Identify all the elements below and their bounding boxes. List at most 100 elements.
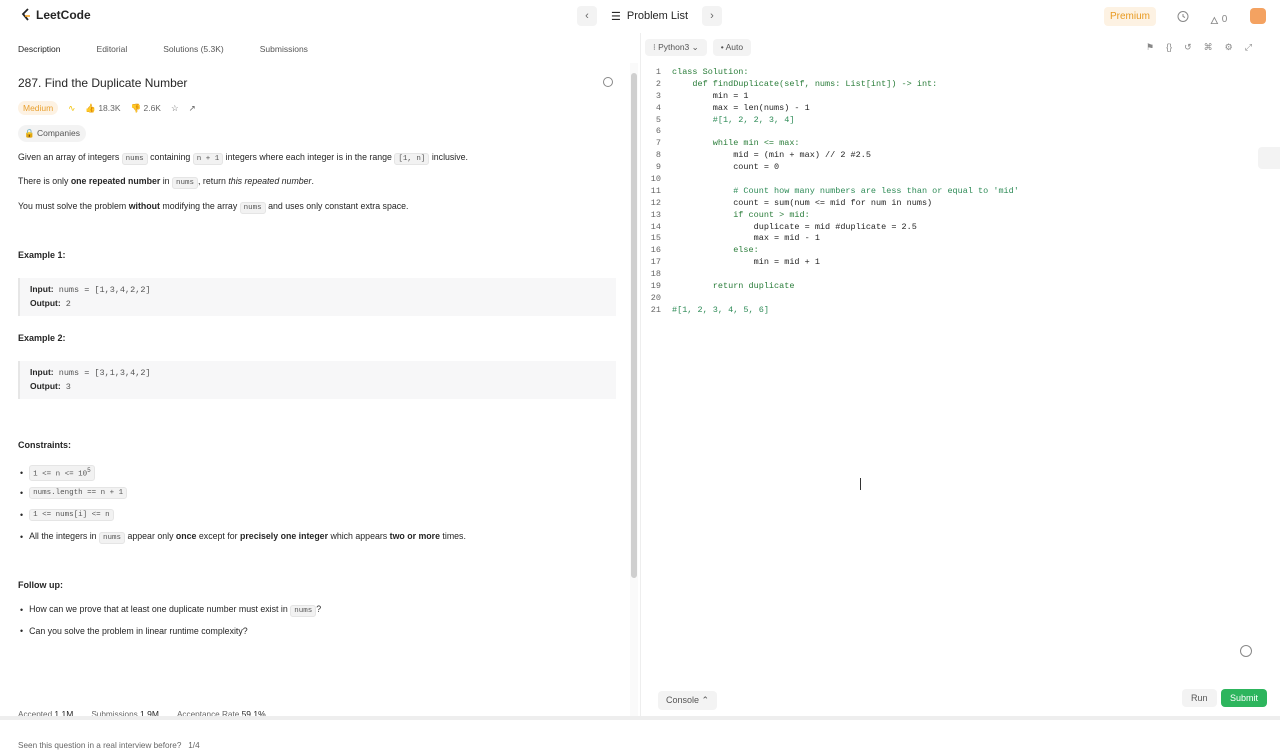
code-line[interactable]: 1 class Solution: (641, 67, 1019, 79)
followup-title: Follow up: (18, 580, 63, 590)
code-editor[interactable]: 1 class Solution: 2 def findDuplicate(self… (641, 67, 1019, 317)
code-text: #[1, 2, 3, 4, 5, 6] (672, 304, 769, 315)
code-line[interactable]: 13 if count > mid: (641, 210, 1019, 222)
fire-icon: 🜂 (1210, 16, 1219, 27)
info-icon[interactable] (603, 77, 613, 87)
description-paragraph-3: You must solve the problem without modif… (18, 201, 409, 214)
code-text: class Solution: (672, 67, 749, 77)
like-button[interactable]: 👍 18.3K (85, 103, 120, 114)
code-line[interactable]: 11 # Count how many numbers are less tha… (641, 186, 1019, 198)
code-line[interactable]: 4 max = len(nums) - 1 (641, 103, 1019, 115)
problem-list-button[interactable]: ☰ Problem List (603, 6, 696, 26)
line-number: 7 (655, 138, 661, 149)
seen-in-interview[interactable]: Seen this question in a real interview b… (18, 741, 200, 750)
scrollbar-thumb[interactable] (631, 73, 637, 578)
tab-submissions[interactable]: Submissions (242, 39, 326, 61)
auto-mode-toggle[interactable]: • Auto (712, 39, 752, 56)
code-text: #[1, 2, 2, 3, 4] (672, 114, 795, 125)
document-icon[interactable] (1258, 147, 1280, 169)
difficulty-badge: Medium (18, 101, 59, 115)
code-text: mid = (min + max) // 2 #2.5 (672, 150, 871, 161)
code-line[interactable]: 19 return duplicate (641, 281, 1019, 293)
description-tabs: Description Editorial Solutions (5.3K) S… (0, 39, 326, 61)
line-number: 13 (650, 209, 661, 220)
code-line[interactable]: 14 duplicate = mid #duplicate = 2.5 (641, 222, 1019, 234)
line-number: 15 (650, 233, 661, 244)
language-select[interactable]: ⁝ Python3 ⌄ (645, 39, 707, 56)
gear-icon[interactable]: ⚙ (1225, 42, 1233, 53)
bookmark-icon[interactable]: ⚑ (1146, 42, 1154, 53)
avatar[interactable] (1250, 8, 1266, 24)
submit-button[interactable]: Submit (1221, 689, 1268, 707)
code-line[interactable]: 21 #[1, 2, 3, 4, 5, 6] (641, 305, 1019, 317)
line-number: 2 (655, 78, 661, 89)
run-button[interactable]: Run (1182, 689, 1217, 707)
braces-icon[interactable]: {} (1166, 42, 1172, 53)
code-text: count = 0 (672, 162, 780, 173)
description-paragraph-2: There is only one repeated number in num… (18, 176, 314, 189)
dislike-count: 2.6K (143, 102, 161, 113)
code-line[interactable]: 9 count = 0 (641, 162, 1019, 174)
companies-tag[interactable]: 🔒 Companies (18, 125, 86, 142)
tab-editorial[interactable]: Editorial (79, 39, 146, 61)
example-2-box: Input: nums = [3,1,3,4,2] Output: 3 (18, 361, 616, 399)
constraint-item: 1 <= n <= 105 (20, 465, 95, 481)
line-number: 12 (650, 197, 661, 208)
code-line[interactable]: 8 mid = (min + max) // 2 #2.5 (641, 150, 1019, 162)
code-text: def findDuplicate(self, nums: List[int])… (672, 78, 938, 89)
code-line[interactable]: 17 min = mid + 1 (641, 257, 1019, 269)
shortcut-icon[interactable]: ⌘ (1204, 42, 1213, 53)
code-text: if count > mid: (672, 209, 810, 220)
code-text: min = 1 (672, 90, 749, 101)
line-number: 17 (650, 257, 661, 268)
chat-icon[interactable] (1240, 645, 1252, 657)
line-number: 6 (655, 126, 661, 137)
leetcode-logo[interactable]: LeetCode (20, 8, 91, 22)
app-name: LeetCode (36, 8, 91, 22)
code-line[interactable]: 6 (641, 126, 1019, 138)
line-number: 9 (655, 162, 661, 173)
example-1-box: Input: nums = [1,3,4,2,2] Output: 2 (18, 278, 616, 316)
reset-icon[interactable]: ↺ (1184, 42, 1192, 53)
code-line[interactable]: 10 (641, 174, 1019, 186)
alarm-clock-icon[interactable] (1176, 9, 1190, 23)
code-line[interactable]: 2 def findDuplicate(self, nums: List[int… (641, 79, 1019, 91)
premium-button[interactable]: Premium (1104, 7, 1157, 26)
example-1-title: Example 1: (18, 250, 66, 260)
companies-label: Companies (36, 128, 80, 138)
code-line[interactable]: 16 else: (641, 245, 1019, 257)
code-line[interactable]: 18 (641, 269, 1019, 281)
code-line[interactable]: 15 max = mid - 1 (641, 233, 1019, 245)
problem-title[interactable]: 287. Find the Duplicate Number (18, 76, 187, 90)
trend-icon: ∿ (68, 102, 76, 113)
leetcode-icon (21, 8, 30, 21)
star-icon[interactable]: ☆ (171, 103, 179, 114)
followup-item: Can you solve the problem in linear runt… (20, 626, 248, 636)
line-number: 16 (650, 245, 661, 256)
fullscreen-icon[interactable]: ⤢ (1245, 42, 1252, 53)
line-number: 4 (655, 102, 661, 113)
editor-panel: ⁝ Python3 ⌄ • Auto ⚑ {} ↺ ⌘ ⚙ ⤢ 1 class S… (641, 33, 1280, 720)
constraint-item: 1 <= nums[i] <= n (20, 509, 114, 521)
constraint-item: All the integers in nums appear only onc… (20, 531, 466, 544)
line-number: 1 (655, 67, 661, 77)
code-line[interactable]: 12 count = sum(num <= mid for num in num… (641, 198, 1019, 210)
code-text: duplicate = mid #duplicate = 2.5 (672, 221, 917, 232)
tab-description[interactable]: Description (0, 39, 79, 61)
code-line[interactable]: 5 #[1, 2, 2, 3, 4] (641, 115, 1019, 127)
code-line[interactable]: 7 while min <= max: (641, 138, 1019, 150)
description-paragraph-1: Given an array of integers nums containi… (18, 152, 468, 165)
prev-problem-button[interactable]: ‹ (577, 6, 597, 26)
console-button[interactable]: Console ⌃ (658, 691, 718, 710)
next-problem-button[interactable]: › (702, 6, 723, 26)
tab-solutions[interactable]: Solutions (5.3K) (145, 39, 241, 61)
line-number: 5 (655, 114, 661, 125)
streak-counter[interactable]: 🜂 0 (1210, 9, 1227, 30)
code-line[interactable]: 3 min = 1 (641, 91, 1019, 103)
top-bar: LeetCode ‹ ☰ Problem List › Premium 🜂 0 (0, 0, 1280, 33)
code-line[interactable]: 20 (641, 293, 1019, 305)
description-scrollbar[interactable] (630, 63, 638, 717)
line-number: 8 (655, 150, 661, 161)
dislike-button[interactable]: 👎 2.6K (131, 103, 161, 114)
share-icon[interactable]: ↗ (189, 103, 196, 114)
